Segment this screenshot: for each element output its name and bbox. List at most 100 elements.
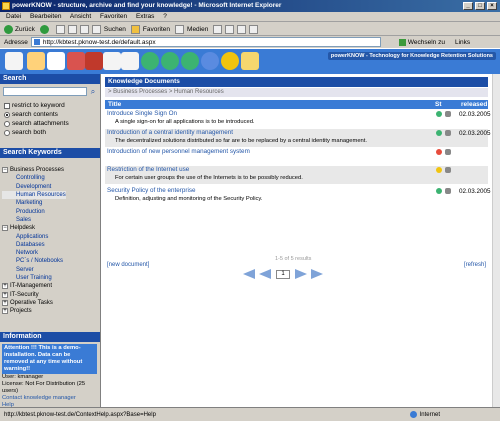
search-contents-radio[interactable]: search contents — [4, 111, 58, 118]
attachment-icon[interactable] — [445, 149, 451, 155]
minimize-button[interactable]: _ — [463, 2, 473, 10]
vertical-scrollbar[interactable] — [492, 74, 500, 407]
document-title-link[interactable]: Introduce Single Sign On — [107, 110, 177, 117]
tree-item[interactable]: Marketing — [2, 199, 66, 207]
structure-icon[interactable] — [67, 52, 85, 70]
menu-datei[interactable]: Datei — [6, 13, 21, 20]
document-title-link[interactable]: Introduction of new personnel management… — [107, 148, 250, 155]
green-up-icon[interactable] — [141, 52, 159, 70]
tree-item[interactable]: + Operative Tasks — [2, 299, 66, 307]
table-row[interactable]: Introduction of new personnel management… — [105, 148, 488, 158]
print-icon[interactable] — [237, 25, 247, 34]
table-row[interactable]: Security Policy of the enterprise Definit… — [105, 187, 491, 205]
collapse-icon[interactable]: − — [2, 225, 8, 232]
close-button[interactable]: × — [487, 2, 497, 10]
refresh-link[interactable]: [refresh] — [464, 262, 486, 268]
menu-help[interactable]: ? — [163, 13, 167, 20]
tree-item-label: IT-Security — [10, 291, 39, 298]
last-page-icon[interactable] — [311, 269, 323, 279]
check-icon[interactable] — [85, 52, 103, 70]
menu-ansicht[interactable]: Ansicht — [70, 13, 91, 20]
breadcrumb[interactable]: > Business Processes > Human Resources — [105, 88, 488, 97]
first-page-icon[interactable] — [243, 269, 255, 279]
document-title-link[interactable]: Introduction of a central identity manag… — [107, 129, 233, 136]
go-button[interactable]: Wechseln zu — [398, 38, 445, 46]
search-both-radio[interactable]: search both — [4, 129, 46, 136]
restrict-keyword-checkbox[interactable]: restrict to keyword — [4, 102, 65, 109]
search-go-icon[interactable]: ⌕ — [88, 86, 98, 97]
info-icon[interactable] — [201, 52, 219, 70]
tree-item[interactable]: Production — [2, 207, 66, 215]
tree-item[interactable]: Controlling — [2, 174, 66, 182]
key-icon[interactable] — [241, 52, 259, 70]
help-icon[interactable] — [221, 52, 239, 70]
back-button[interactable]: Zurück — [4, 25, 35, 34]
tree-item-label: Projects — [10, 308, 32, 315]
table-row[interactable]: Introduce Single Sign On A single sign-on… — [105, 110, 491, 128]
attachment-icon[interactable] — [445, 167, 451, 173]
expand-icon[interactable]: + — [2, 299, 8, 306]
menu-favoriten[interactable]: Favoriten — [100, 13, 127, 20]
attachment-icon[interactable] — [445, 111, 451, 117]
next-page-icon[interactable] — [295, 269, 307, 279]
tree-item[interactable]: + Projects — [2, 307, 66, 315]
prev-page-icon[interactable] — [259, 269, 271, 279]
col-released[interactable]: released — [461, 101, 487, 108]
refresh-icon[interactable] — [67, 25, 77, 34]
search-attachments-radio[interactable]: search attachments — [4, 120, 69, 127]
tree-item[interactable]: Human Resources — [2, 190, 66, 200]
maximize-button[interactable]: □ — [475, 2, 485, 10]
tree-item[interactable]: Development — [2, 183, 66, 191]
attachment-icon[interactable] — [445, 130, 451, 136]
col-status[interactable]: St — [435, 101, 442, 108]
mail-icon[interactable] — [225, 25, 235, 34]
edit-icon[interactable] — [249, 25, 259, 34]
expand-icon[interactable]: + — [2, 283, 8, 290]
tree-item[interactable]: + IT-Security — [2, 290, 66, 298]
menu-bearbeiten[interactable]: Bearbeiten — [30, 13, 61, 20]
edit-doc-icon[interactable] — [103, 52, 121, 70]
keyword-tree: − Business Processes Controlling Developmen… — [2, 166, 66, 315]
expand-icon[interactable]: + — [2, 291, 8, 298]
media-button[interactable]: Medien — [175, 25, 208, 34]
screen-icon[interactable] — [121, 52, 139, 70]
col-title[interactable]: Title — [108, 101, 121, 108]
forward-button[interactable] — [39, 25, 51, 34]
search-doc-icon[interactable] — [5, 52, 23, 70]
import-icon[interactable] — [47, 52, 65, 70]
search-button[interactable]: Suchen — [91, 25, 126, 34]
address-input[interactable]: http://kbtest.pknow-test.de/default.aspx — [30, 37, 381, 47]
tree-item[interactable]: + IT-Management — [2, 282, 66, 290]
tree-item[interactable]: − Business Processes — [2, 166, 66, 174]
favorites-button[interactable]: Favoriten — [130, 25, 170, 34]
tree-item[interactable]: PC´s / Notebooks — [2, 257, 66, 265]
document-title-link[interactable]: Security Policy of the enterprise — [107, 187, 196, 194]
menu-bar: Datei Bearbeiten Ansicht Favoriten Extra… — [0, 12, 500, 22]
new-document-link[interactable]: [new document] — [107, 262, 149, 268]
attachment-icon[interactable] — [445, 188, 451, 194]
links-button[interactable]: Links — [455, 39, 470, 46]
expand-icon[interactable]: + — [2, 308, 8, 315]
tree-item[interactable]: Network — [2, 249, 66, 257]
page-number-input[interactable]: 1 — [276, 269, 290, 279]
tree-item[interactable]: User Training — [2, 274, 66, 282]
tree-item[interactable]: − Helpdesk — [2, 224, 66, 232]
stop-icon[interactable] — [55, 25, 65, 34]
home-icon[interactable] — [79, 25, 89, 34]
tree-item[interactable]: Applications — [2, 232, 66, 240]
collapse-icon[interactable]: − — [2, 167, 8, 174]
table-row[interactable]: Introduction of a central identity manag… — [105, 129, 491, 147]
menu-extras[interactable]: Extras — [136, 13, 154, 20]
tree-item[interactable]: Server — [2, 266, 66, 274]
green-down-icon[interactable] — [161, 52, 179, 70]
green-refresh-icon[interactable] — [181, 52, 199, 70]
tree-item[interactable]: Databases — [2, 241, 66, 249]
history-icon[interactable] — [213, 25, 223, 34]
table-row[interactable]: Restriction of the Internet use For certa… — [105, 166, 488, 184]
contact-link[interactable]: Contact knowledge manager — [2, 395, 100, 402]
search-input[interactable] — [3, 87, 87, 96]
document-title-link[interactable]: Restriction of the Internet use — [107, 166, 189, 173]
user-icon[interactable] — [27, 52, 45, 70]
media-icon — [175, 25, 185, 34]
tree-item[interactable]: Sales — [2, 216, 66, 224]
